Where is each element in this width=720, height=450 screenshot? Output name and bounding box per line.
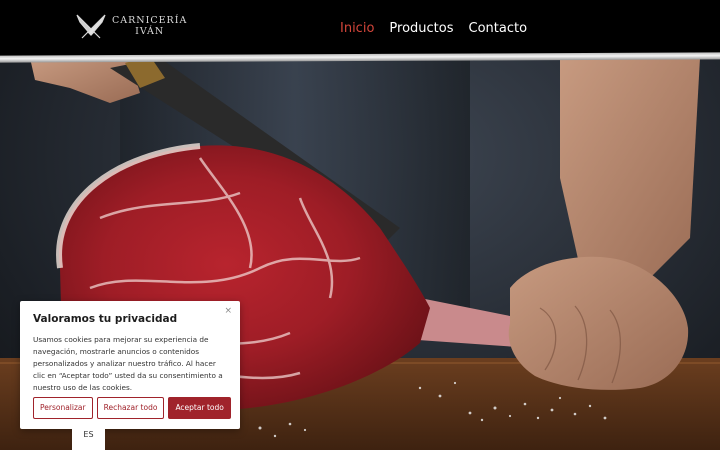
crossed-knives-icon: [76, 14, 106, 39]
nav-productos[interactable]: Productos: [389, 21, 453, 37]
site-header: CARNICERÍA IVÁN Inicio Productos Contact…: [0, 0, 720, 58]
language-selector[interactable]: ES: [72, 421, 105, 450]
nav-contacto[interactable]: Contacto: [469, 21, 528, 37]
nav-inicio[interactable]: Inicio: [340, 21, 374, 37]
logo-line-2: IVÁN: [135, 26, 165, 37]
customize-button[interactable]: Personalizar: [33, 397, 93, 419]
logo-line-1: CARNICERÍA: [112, 15, 188, 26]
logo[interactable]: CARNICERÍA IVÁN: [74, 12, 187, 40]
cookie-title: Valoramos tu privacidad: [33, 313, 178, 325]
cookie-description: Usamos cookies para mejorar su experienc…: [33, 335, 223, 392]
reject-all-button[interactable]: Rechazar todo: [96, 397, 165, 419]
main-nav: Inicio Productos Contacto: [340, 21, 527, 37]
cookie-consent-banner: × Valoramos tu privacidad Usamos cookies…: [20, 301, 240, 429]
accept-all-button[interactable]: Aceptar todo: [168, 397, 231, 419]
close-icon[interactable]: ×: [224, 306, 232, 316]
logo-text: CARNICERÍA IVÁN: [112, 15, 187, 37]
cookie-actions: Personalizar Rechazar todo Aceptar todo: [33, 397, 231, 419]
